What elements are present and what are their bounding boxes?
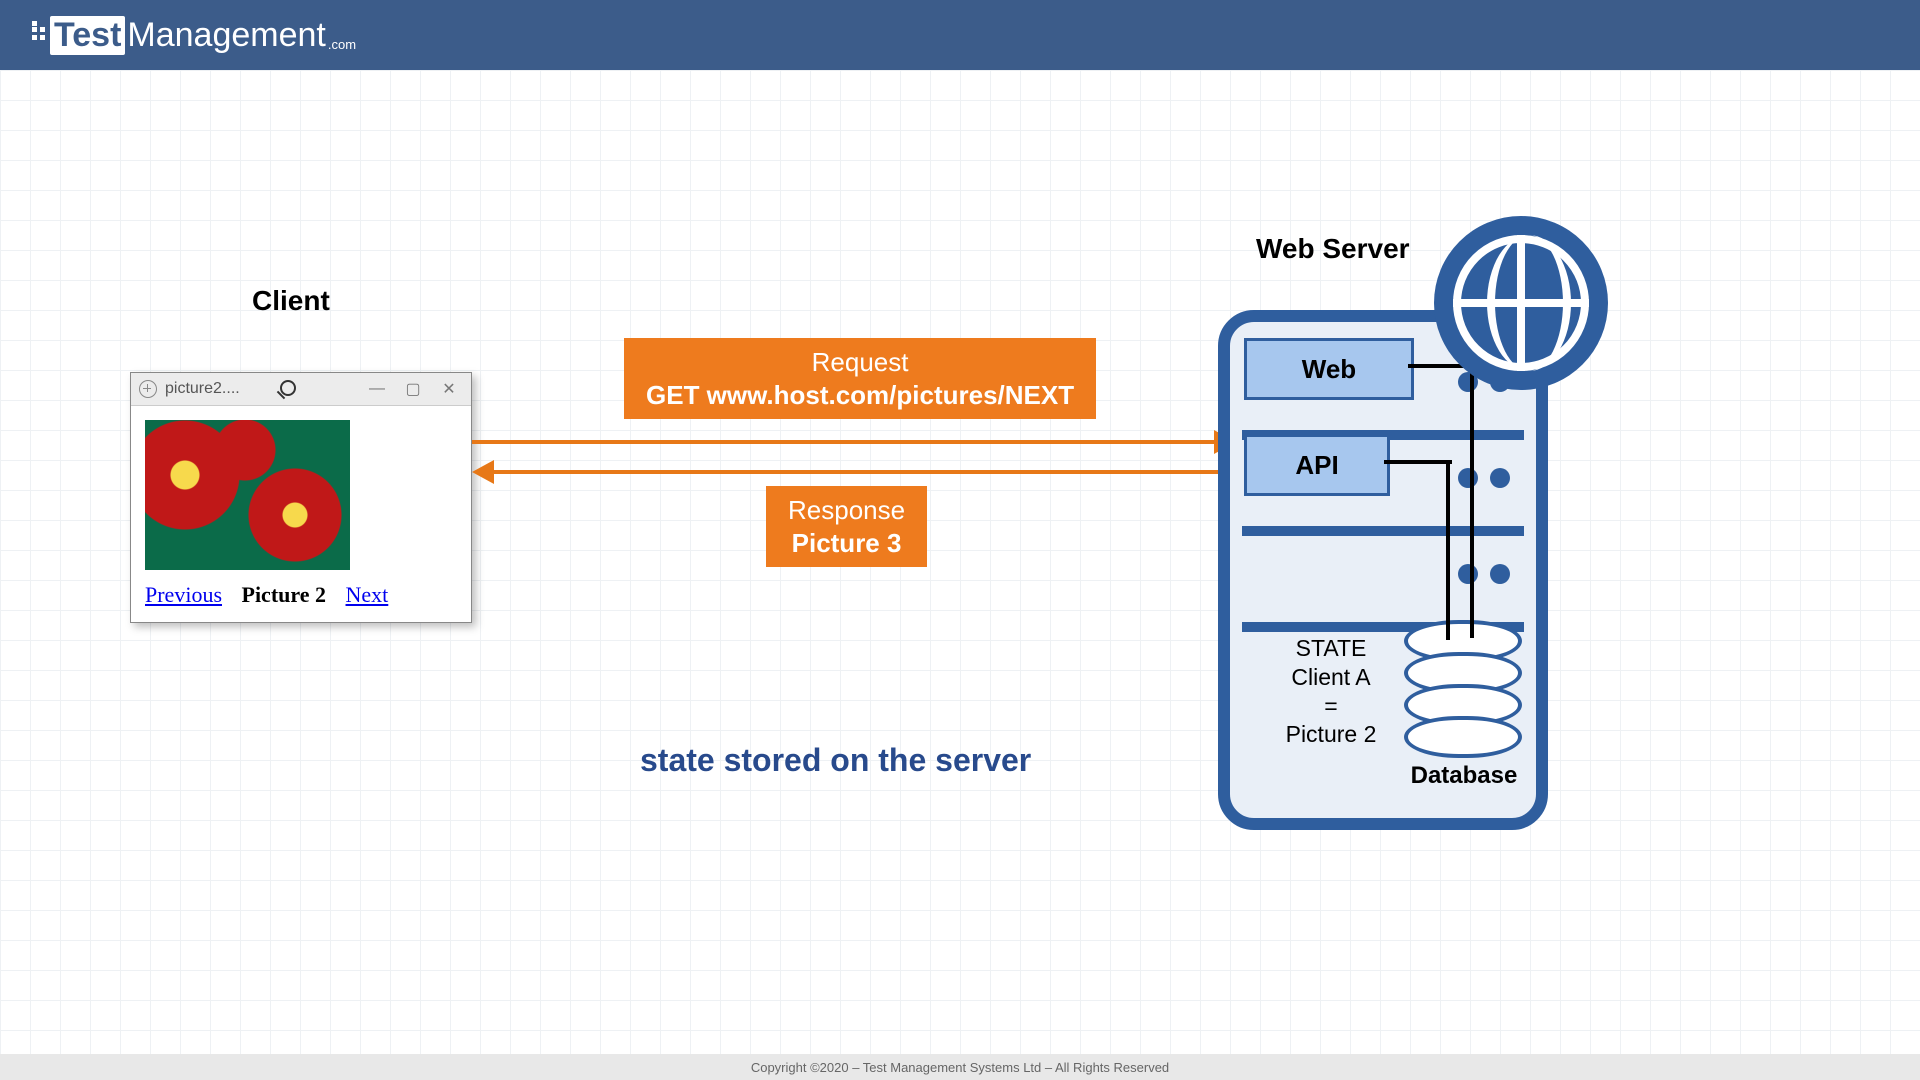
state-line-1: STATE [1256, 634, 1406, 663]
database-icon [1404, 620, 1514, 758]
response-box: Response Picture 3 [766, 486, 927, 567]
picture-nav-row: Previous Picture 2 Next [145, 582, 457, 608]
database-label: Database [1404, 762, 1524, 790]
rack-slot-3 [1242, 526, 1524, 632]
brand-dots-icon [32, 21, 46, 55]
request-arrow-line [472, 440, 1218, 444]
wire-api-h [1384, 460, 1452, 464]
api-chip: API [1244, 434, 1390, 496]
client-browser-window: picture2.... — ▢ ✕ Previous Picture 2 Ne… [130, 372, 472, 623]
wire-api-v [1446, 460, 1450, 640]
footer: Copyright ©2020 – Test Management System… [0, 1054, 1920, 1080]
state-caption: state stored on the server [640, 742, 1031, 779]
web-chip-label: Web [1302, 354, 1356, 385]
brand-test: Test [50, 16, 125, 55]
client-label: Client [252, 285, 330, 317]
footer-text: Copyright ©2020 – Test Management System… [751, 1060, 1169, 1075]
internet-globe-icon [1434, 216, 1608, 390]
request-box: Request GET www.host.com/pictures/NEXT [624, 338, 1096, 419]
close-button[interactable]: ✕ [435, 379, 463, 399]
state-line-4: Picture 2 [1256, 720, 1406, 749]
diagram-canvas: Client Web Server picture2.... — ▢ ✕ Pre… [0, 70, 1920, 1054]
request-title: Request [646, 346, 1074, 379]
webserver-label: Web Server [1256, 233, 1410, 265]
api-chip-label: API [1295, 450, 1338, 481]
previous-link[interactable]: Previous [145, 582, 222, 607]
response-title: Response [788, 494, 905, 527]
request-url: GET www.host.com/pictures/NEXT [646, 379, 1074, 412]
top-bar: Test Management .com [0, 0, 1920, 70]
state-box: STATE Client A = Picture 2 [1256, 634, 1406, 749]
wire-web-v [1470, 364, 1474, 638]
search-icon [276, 378, 298, 400]
browser-body: Previous Picture 2 Next [131, 406, 471, 622]
brand-dotcom: .com [328, 37, 356, 52]
minimize-button[interactable]: — [363, 380, 391, 398]
next-link[interactable]: Next [346, 582, 389, 607]
server-rack: Web API STATE Client A = Picture 2 Datab… [1218, 310, 1548, 830]
current-picture-label: Picture 2 [242, 582, 327, 607]
response-arrow-line [494, 470, 1234, 474]
response-value: Picture 3 [788, 527, 905, 560]
browser-tab-title: picture2.... [165, 380, 240, 398]
tab-favicon-globe-icon [139, 380, 157, 398]
state-line-2: Client A [1256, 663, 1406, 692]
web-chip: Web [1244, 338, 1414, 400]
response-arrow-head-icon [472, 460, 494, 484]
brand-mgmt: Management [127, 16, 325, 55]
picture-thumbnail [145, 420, 350, 570]
maximize-button[interactable]: ▢ [399, 379, 427, 399]
state-line-3: = [1256, 692, 1406, 721]
browser-titlebar: picture2.... — ▢ ✕ [131, 373, 471, 406]
brand-logo: Test Management .com [32, 16, 356, 55]
